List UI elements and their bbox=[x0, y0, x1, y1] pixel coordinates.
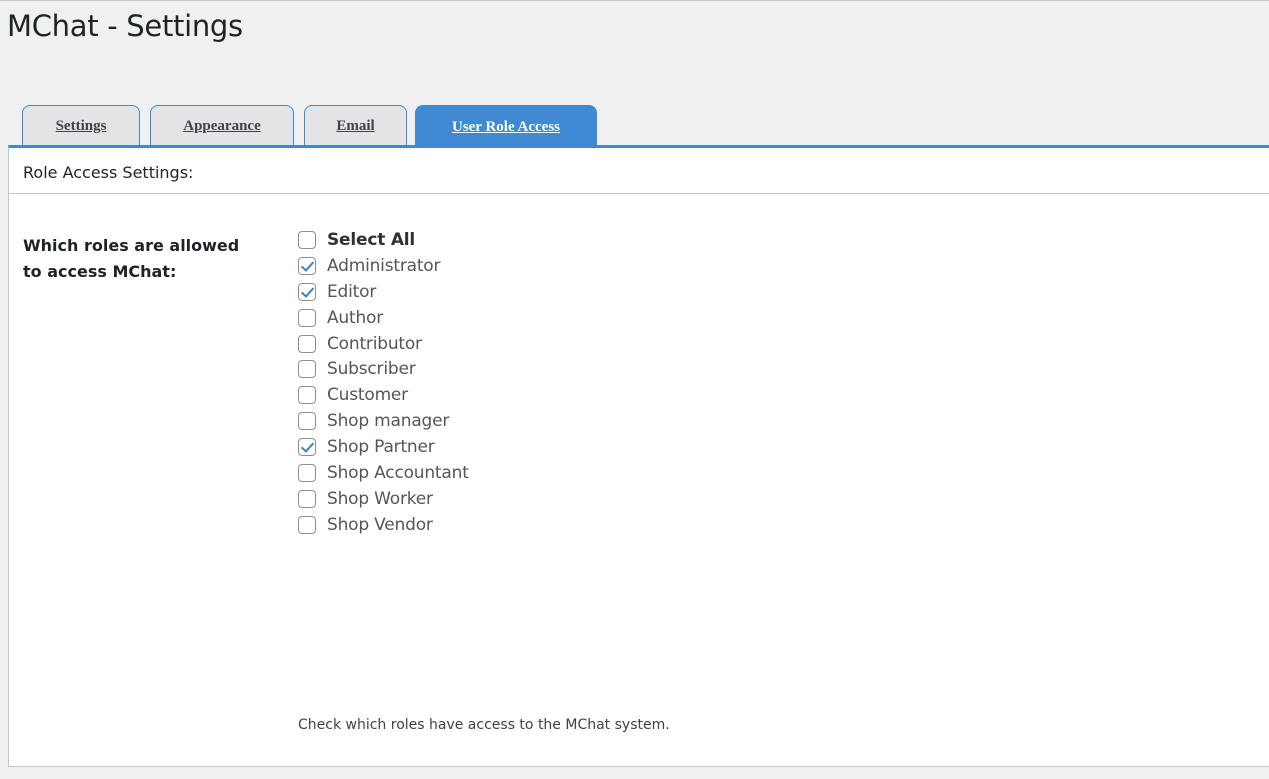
role-checkbox-shop-vendor[interactable] bbox=[298, 515, 316, 534]
role-label: Subscriber bbox=[327, 359, 416, 380]
panel-heading: Role Access Settings: bbox=[9, 148, 1269, 194]
role-label: Contributor bbox=[327, 333, 422, 354]
role-label: Author bbox=[327, 307, 384, 328]
role-checkbox-contributor[interactable] bbox=[298, 334, 316, 353]
role-checkbox-shop-accountant[interactable] bbox=[298, 463, 316, 482]
role-label: Customer bbox=[327, 385, 408, 406]
role-option-shop-vendor[interactable]: Shop Vendor bbox=[298, 512, 469, 538]
role-checkbox-editor[interactable] bbox=[298, 282, 316, 301]
role-label: Shop Partner bbox=[327, 437, 435, 458]
role-access-panel: Role Access Settings: Which roles are al… bbox=[8, 145, 1269, 767]
role-option-editor[interactable]: Editor bbox=[298, 279, 469, 305]
role-checkbox-list: Select All Administrator Editor Author Contr… bbox=[298, 227, 469, 538]
role-option-shop-partner[interactable]: Shop Partner bbox=[298, 434, 469, 460]
role-option-shop-manager[interactable]: Shop manager bbox=[298, 408, 469, 434]
tab-appearance[interactable]: Appearance bbox=[150, 105, 294, 145]
role-option-customer[interactable]: Customer bbox=[298, 382, 469, 408]
role-checkbox-customer[interactable] bbox=[298, 386, 316, 405]
role-label: Shop Accountant bbox=[327, 462, 469, 483]
role-option-contributor[interactable]: Contributor bbox=[298, 331, 469, 357]
role-option-subscriber[interactable]: Subscriber bbox=[298, 356, 469, 382]
tab-settings[interactable]: Settings bbox=[22, 105, 140, 145]
role-checkbox-administrator[interactable] bbox=[298, 256, 316, 275]
tab-user-role-access[interactable]: User Role Access bbox=[415, 105, 597, 146]
role-option-author[interactable]: Author bbox=[298, 305, 469, 331]
role-checkbox-shop-worker[interactable] bbox=[298, 489, 316, 508]
role-option-select-all[interactable]: Select All bbox=[298, 227, 469, 253]
help-text: Check which roles have access to the MCh… bbox=[298, 717, 670, 733]
role-label: Shop Worker bbox=[327, 488, 433, 509]
role-checkbox-shop-manager[interactable] bbox=[298, 412, 316, 431]
role-label: Select All bbox=[327, 229, 416, 250]
role-checkbox-shop-partner[interactable] bbox=[298, 438, 316, 457]
role-label: Editor bbox=[327, 281, 377, 302]
role-option-shop-accountant[interactable]: Shop Accountant bbox=[298, 460, 469, 486]
role-label: Shop manager bbox=[327, 411, 450, 432]
role-checkbox-author[interactable] bbox=[298, 308, 316, 327]
role-label: Shop Vendor bbox=[327, 514, 433, 535]
role-option-shop-worker[interactable]: Shop Worker bbox=[298, 486, 469, 512]
tab-email[interactable]: Email bbox=[304, 105, 407, 145]
role-checkbox-subscriber[interactable] bbox=[298, 360, 316, 379]
page-title: MChat - Settings bbox=[7, 9, 243, 43]
roles-field-label: Which roles are allowed to access MChat: bbox=[23, 236, 240, 281]
role-checkbox-select-all[interactable] bbox=[298, 230, 316, 249]
role-label: Administrator bbox=[327, 255, 441, 276]
role-option-administrator[interactable]: Administrator bbox=[298, 253, 469, 279]
